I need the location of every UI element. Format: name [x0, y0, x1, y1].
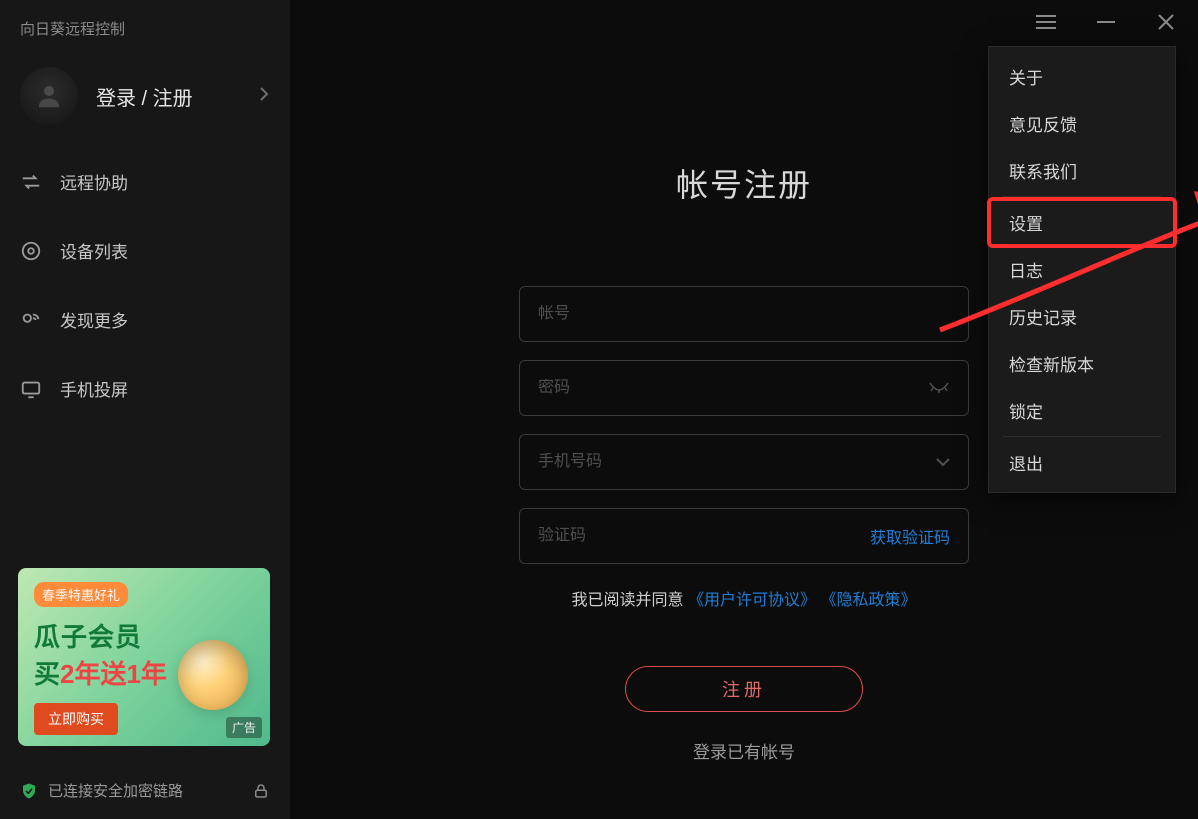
minimize-icon — [1097, 21, 1115, 23]
chevron-right-icon — [258, 87, 270, 106]
login-register-row[interactable]: 登录 / 注册 — [0, 49, 290, 147]
avatar — [20, 67, 78, 125]
account-input[interactable] — [538, 305, 950, 323]
menu-item-history[interactable]: 历史记录 — [989, 293, 1175, 340]
chevron-down-icon[interactable] — [936, 458, 950, 467]
sidebar-item-remote-assist[interactable]: 远程协助 — [0, 147, 290, 216]
promo-tag: 春季特惠好礼 — [34, 582, 128, 607]
form-title: 帐号注册 — [676, 160, 812, 206]
menu-item-contact[interactable]: 联系我们 — [989, 147, 1175, 194]
promo-card[interactable]: 春季特惠好礼 瓜子会员 买2年送1年 立即购买 广告 — [18, 568, 270, 746]
menu-item-feedback[interactable]: 意见反馈 — [989, 100, 1175, 147]
phone-field-wrap — [519, 434, 969, 490]
hamburger-icon — [1036, 15, 1056, 29]
app-title: 向日葵远程控制 — [0, 0, 290, 49]
swap-icon — [20, 171, 42, 193]
cast-icon — [20, 378, 42, 400]
get-captcha-button[interactable]: 获取验证码 — [870, 524, 950, 548]
sidebar-item-phone-cast[interactable]: 手机投屏 — [0, 354, 290, 423]
settings-dropdown-menu: 关于 意见反馈 联系我们 设置 日志 历史记录 检查新版本 锁定 退出 — [988, 46, 1176, 493]
login-label: 登录 / 注册 — [96, 82, 258, 111]
sidebar: 向日葵远程控制 登录 / 注册 远程协助 设备列表 发现更多 手机投屏 — [0, 0, 290, 819]
sidebar-item-label: 发现更多 — [60, 307, 128, 332]
menu-item-about[interactable]: 关于 — [989, 53, 1175, 100]
privacy-policy-link[interactable]: 《隐私政策》 — [820, 592, 916, 609]
menu-separator — [1003, 436, 1161, 437]
password-field-wrap — [519, 360, 969, 416]
menu-item-exit[interactable]: 退出 — [989, 439, 1175, 486]
main-area: 帐号注册 获取验证码 我已阅读并同意 《用户许可协议》 《隐私政策》 注册 登录… — [290, 0, 1198, 819]
captcha-input[interactable] — [538, 527, 870, 545]
ad-badge: 广告 — [226, 717, 262, 738]
menu-button[interactable] — [1034, 10, 1058, 34]
close-icon — [1158, 14, 1174, 30]
sidebar-item-label: 设备列表 — [60, 238, 128, 263]
discover-icon — [20, 309, 42, 331]
lock-icon[interactable] — [252, 782, 270, 800]
sidebar-item-label: 远程协助 — [60, 169, 128, 194]
eye-toggle-icon[interactable] — [928, 381, 950, 395]
agreement-text: 我已阅读并同意 《用户许可协议》 《隐私政策》 — [572, 586, 917, 610]
close-button[interactable] — [1154, 10, 1178, 34]
menu-separator — [1003, 196, 1161, 197]
register-form: 帐号注册 获取验证码 我已阅读并同意 《用户许可协议》 《隐私政策》 注册 登录… — [519, 160, 969, 763]
devices-icon — [20, 240, 42, 262]
sidebar-item-device-list[interactable]: 设备列表 — [0, 216, 290, 285]
status-row: 已连接安全加密链路 — [0, 766, 290, 819]
minimize-button[interactable] — [1094, 10, 1118, 34]
user-agreement-link[interactable]: 《用户许可协议》 — [688, 592, 816, 609]
status-text: 已连接安全加密链路 — [48, 780, 183, 801]
phone-input[interactable] — [538, 453, 936, 471]
shield-check-icon — [20, 782, 38, 800]
password-input[interactable] — [538, 379, 928, 397]
promo-buy-button[interactable]: 立即购买 — [34, 703, 118, 735]
titlebar — [1034, 0, 1198, 44]
promo-graphic — [178, 640, 248, 710]
menu-item-settings[interactable]: 设置 — [989, 199, 1175, 246]
menu-item-check-update[interactable]: 检查新版本 — [989, 340, 1175, 387]
menu-item-log[interactable]: 日志 — [989, 246, 1175, 293]
register-button[interactable]: 注册 — [625, 666, 863, 712]
account-field-wrap — [519, 286, 969, 342]
user-icon — [34, 81, 64, 111]
sidebar-item-label: 手机投屏 — [60, 376, 128, 401]
sidebar-item-discover[interactable]: 发现更多 — [0, 285, 290, 354]
menu-item-lock[interactable]: 锁定 — [989, 387, 1175, 434]
captcha-field-wrap: 获取验证码 — [519, 508, 969, 564]
login-existing-link[interactable]: 登录已有帐号 — [693, 738, 795, 763]
